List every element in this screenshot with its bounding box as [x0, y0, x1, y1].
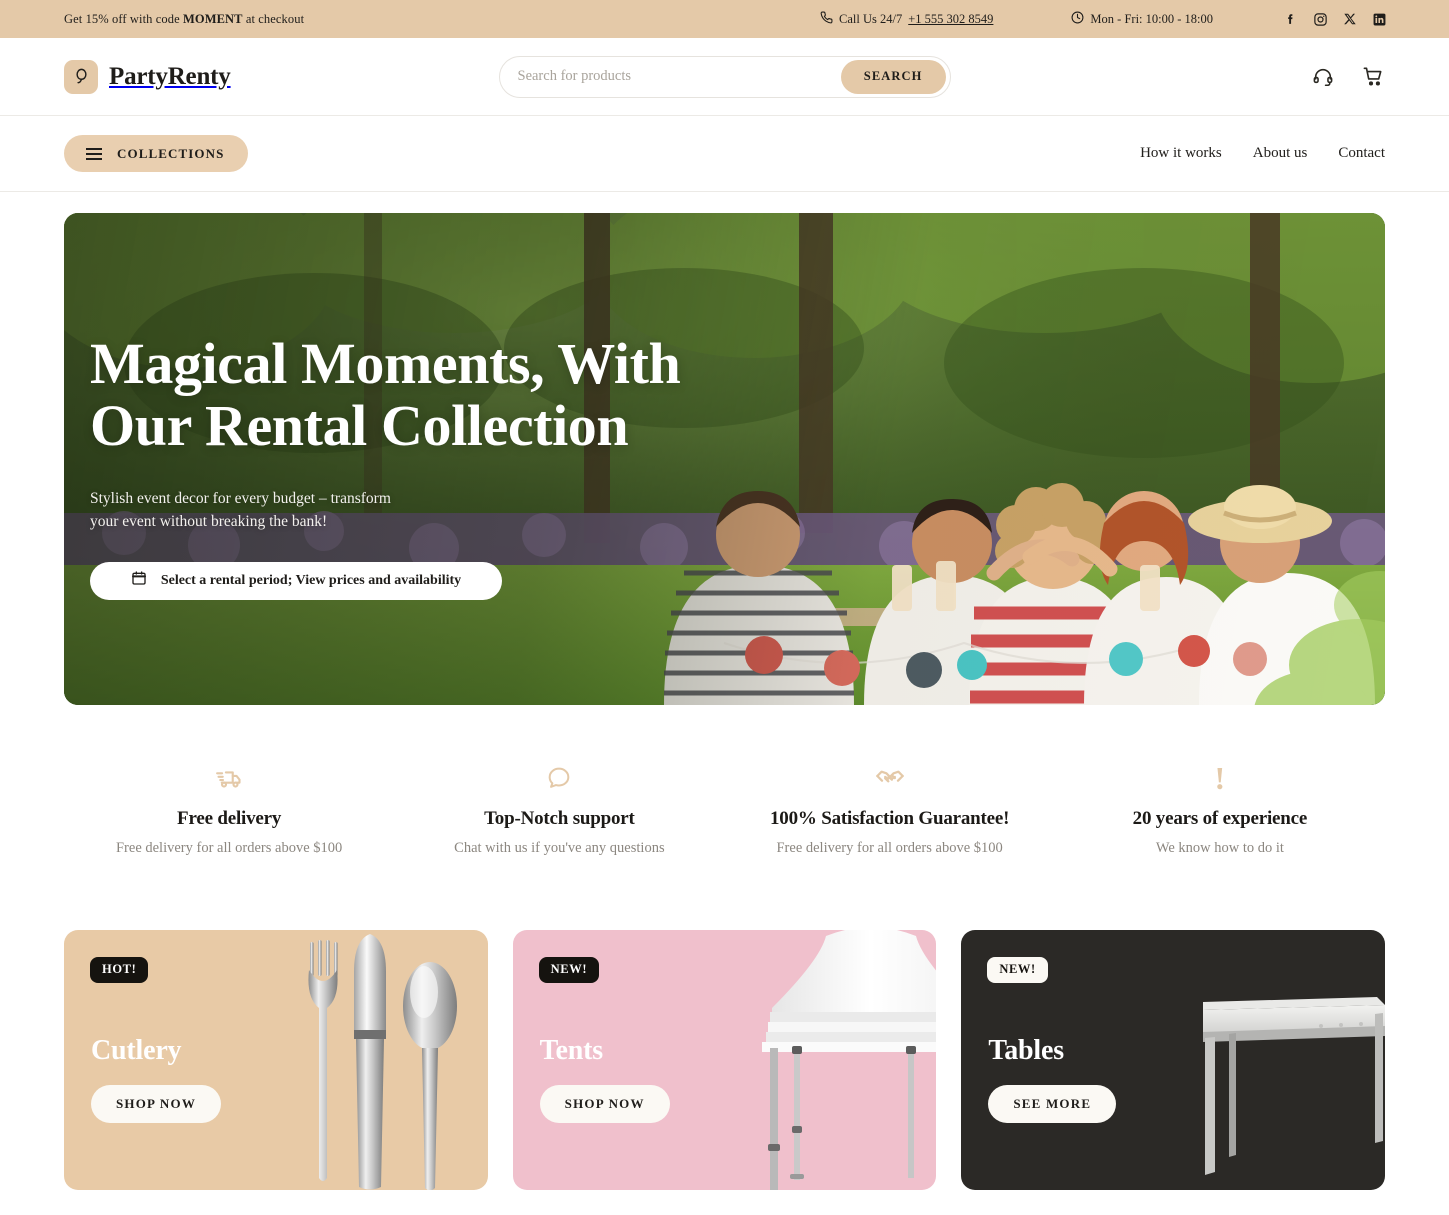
search-button[interactable]: SEARCH [840, 59, 946, 94]
exclamation-icon: ! [1055, 762, 1385, 794]
promo-prefix: Get 15% off with code [64, 11, 183, 26]
select-rental-period-button[interactable]: Select a rental period; View prices and … [90, 561, 502, 600]
see-more-button-tables[interactable]: SEE MORE [988, 1085, 1117, 1123]
site-header: PartyRenty SEARCH [0, 38, 1449, 116]
hero-content: Magical Moments, With Our Rental Collect… [90, 331, 850, 600]
feature-desc: Free delivery for all orders above $100 [115, 840, 343, 856]
shopping-cart-icon[interactable] [1362, 65, 1385, 88]
call-us-label: Call Us 24/7 [839, 11, 903, 26]
card-badge: HOT! [90, 957, 149, 983]
nav-links: How it works About us Contact [1140, 145, 1385, 162]
shop-now-button-cutlery[interactable]: SHOP NOW [91, 1085, 222, 1123]
features-section: Free delivery Free delivery for all orde… [0, 705, 1449, 857]
shop-now-button-tents[interactable]: SHOP NOW [539, 1085, 670, 1123]
card-title: Cutlery [91, 1035, 182, 1066]
feature-title: Free delivery [177, 808, 282, 829]
handshake-icon [725, 762, 1055, 794]
hero-title-line-1: Magical Moments, With [90, 331, 681, 396]
phone-icon [820, 11, 833, 28]
header-actions [1312, 65, 1385, 88]
balloon-icon [64, 59, 98, 94]
search-input[interactable] [517, 68, 841, 85]
facebook-icon[interactable] [1283, 12, 1298, 27]
tent-art [762, 930, 937, 1190]
delivery-truck-icon [64, 762, 394, 794]
feature-title: Top-Notch support [484, 808, 635, 829]
social-links [1283, 12, 1387, 27]
category-card-tables[interactable]: NEW! Tables SEE MORE [961, 930, 1385, 1190]
opening-hours-block: Mon - Fri: 10:00 - 18:00 [1071, 11, 1213, 28]
nav-link-contact[interactable]: Contact [1338, 145, 1385, 162]
main-nav: COLLECTIONS How it works About us Contac… [0, 116, 1449, 192]
exclamation-glyph: ! [1214, 760, 1226, 796]
feature-free-delivery: Free delivery Free delivery for all orde… [64, 762, 394, 857]
nav-link-how-it-works[interactable]: How it works [1140, 145, 1222, 162]
nav-link-about-us[interactable]: About us [1253, 145, 1308, 162]
promo-text: Get 15% off with code MOMENT at checkout [64, 12, 304, 27]
chat-bubble-icon [394, 762, 724, 794]
card-badge: NEW! [538, 957, 600, 983]
linkedin-icon[interactable] [1372, 12, 1387, 27]
category-cards: HOT! Cutlery SHOP NOW NEW! Tents SHOP NO… [0, 857, 1449, 1215]
card-title: Tables [988, 1035, 1064, 1066]
clock-icon [1071, 11, 1084, 28]
hero-cta-label: Select a rental period; View prices and … [160, 572, 462, 588]
hero-subtitle-line-1: Stylish event decor for every budget – t… [90, 490, 391, 508]
feature-title: 20 years of experience [1132, 808, 1308, 829]
card-title: Tents [539, 1035, 604, 1066]
calendar-icon [131, 570, 147, 591]
page-root: Get 15% off with code MOMENT at checkout… [0, 0, 1449, 1215]
support-headset-icon[interactable] [1312, 66, 1334, 88]
feature-desc: Free delivery for all orders above $100 [776, 840, 1003, 856]
card-badge: NEW! [987, 957, 1048, 983]
hamburger-icon [86, 147, 102, 160]
feature-support: Top-Notch support Chat with us if you've… [394, 762, 724, 857]
hero-title-line-2: Our Rental Collection [90, 393, 629, 459]
collections-label: COLLECTIONS [117, 145, 225, 161]
opening-hours-text: Mon - Fri: 10:00 - 18:00 [1090, 11, 1213, 26]
instagram-icon[interactable] [1313, 12, 1328, 27]
feature-satisfaction: 100% Satisfaction Guarantee! Free delive… [725, 762, 1055, 857]
table-art [1202, 997, 1385, 1175]
collections-button[interactable]: COLLECTIONS [64, 135, 249, 172]
announcement-bar: Get 15% off with code MOMENT at checkout… [0, 0, 1449, 38]
category-card-tents[interactable]: NEW! Tents SHOP NOW [512, 930, 937, 1190]
cutlery-art [308, 934, 457, 1190]
feature-desc: Chat with us if you've any questions [454, 840, 665, 856]
promo-code: MOMENT [182, 11, 243, 26]
hero-title: Magical Moments, With Our Rental Collect… [90, 331, 850, 459]
hero-subtitle: Stylish event decor for every budget – t… [90, 487, 850, 534]
search-bar: SEARCH [498, 55, 951, 98]
brand-name: PartyRenty [109, 62, 231, 90]
x-twitter-icon[interactable] [1343, 12, 1357, 26]
promo-suffix: at checkout [242, 11, 305, 26]
brand-logo[interactable]: PartyRenty [64, 59, 231, 94]
call-us-block: Call Us 24/7 +1 555 302 8549 [820, 11, 993, 28]
hero-subtitle-line-2: your event without breaking the bank! [90, 513, 328, 531]
hero-banner: Magical Moments, With Our Rental Collect… [64, 213, 1385, 705]
hero-section: Magical Moments, With Our Rental Collect… [0, 192, 1449, 705]
feature-desc: We know how to do it [1155, 840, 1284, 856]
category-card-cutlery[interactable]: HOT! Cutlery SHOP NOW [64, 930, 488, 1190]
feature-experience: ! 20 years of experience We know how to … [1055, 762, 1385, 857]
phone-number-link[interactable]: +1 555 302 8549 [908, 12, 993, 27]
feature-title: 100% Satisfaction Guarantee! [769, 808, 1010, 829]
topbar-right-group: Call Us 24/7 +1 555 302 8549 Mon - Fri: … [820, 11, 1429, 28]
